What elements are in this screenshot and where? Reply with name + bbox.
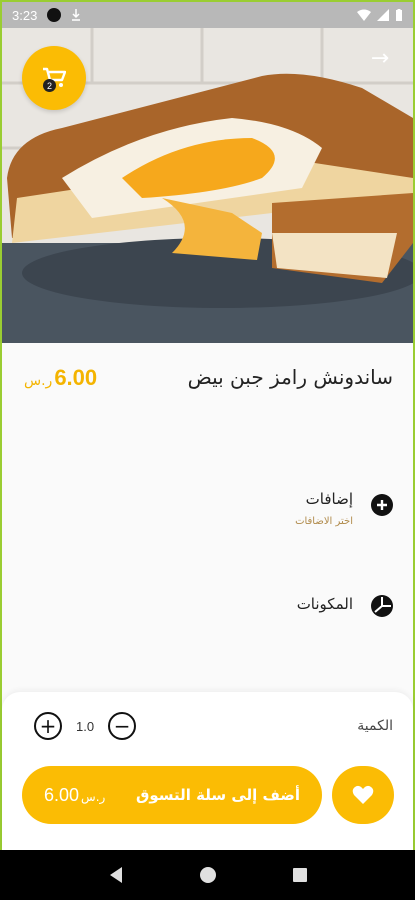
decrease-quantity-button[interactable]: −: [108, 712, 137, 740]
product-title: ساندونش رامز جبن بيض: [187, 365, 393, 389]
extras-sublabel: اختر الاضافات: [295, 516, 353, 527]
heart-icon: [352, 785, 374, 804]
cart-badge: 2: [43, 79, 56, 92]
back-arrow-icon[interactable]: →: [367, 46, 393, 72]
minus-icon: −: [113, 714, 131, 738]
price-amount: 6.00: [54, 365, 98, 390]
price-currency: ر.س: [24, 373, 53, 389]
quantity-label: الكمية: [357, 718, 393, 734]
ingredients-label: المكونات: [296, 595, 353, 613]
extras-label: إضافات: [305, 490, 353, 508]
wifi-icon: [357, 9, 371, 21]
cart-button[interactable]: 2: [22, 46, 86, 110]
bottom-sheet: الكمية + 1.0 − 6.00 ر.س أضف إلى سلة التس…: [2, 692, 413, 852]
pie-chart-icon: [371, 595, 393, 617]
ingredients-option[interactable]: المكونات: [2, 593, 413, 643]
add-to-cart-price: 6.00 ر.س: [44, 785, 105, 806]
app-frame: 3:23 2 → ر.س 6.00 ساندونش رامز جبن بيض إ…: [0, 0, 415, 900]
download-icon: [72, 9, 81, 21]
add-to-cart-price-amount: 6.00: [44, 784, 80, 805]
plus-icon: +: [39, 714, 57, 738]
recents-nav-icon[interactable]: [292, 867, 308, 883]
home-nav-icon[interactable]: [199, 866, 217, 884]
increase-quantity-button[interactable]: +: [34, 712, 62, 740]
favorite-button[interactable]: [332, 766, 394, 824]
quantity-stepper: + 1.0 −: [34, 712, 137, 740]
plus-circle-icon: [371, 494, 393, 516]
add-to-cart-button[interactable]: 6.00 ر.س أضف إلى سلة التسوق: [22, 766, 322, 824]
product-header: ر.س 6.00 ساندونش رامز جبن بيض: [2, 343, 413, 413]
add-to-cart-label: أضف إلى سلة التسوق: [135, 786, 300, 804]
battery-icon: [396, 8, 402, 21]
add-to-cart-price-currency: ر.س: [81, 789, 106, 804]
notification-dot-icon: [47, 8, 62, 22]
status-bar: 3:23: [2, 2, 413, 28]
quantity-value: 1.0: [76, 718, 95, 734]
system-nav-bar: [0, 850, 415, 900]
signal-icon: [377, 9, 389, 21]
back-nav-icon[interactable]: [108, 866, 124, 884]
status-time: 3:23: [12, 7, 38, 23]
product-price: ر.س 6.00: [24, 365, 97, 391]
extras-option[interactable]: إضافات اختر الاضافات: [2, 486, 413, 536]
